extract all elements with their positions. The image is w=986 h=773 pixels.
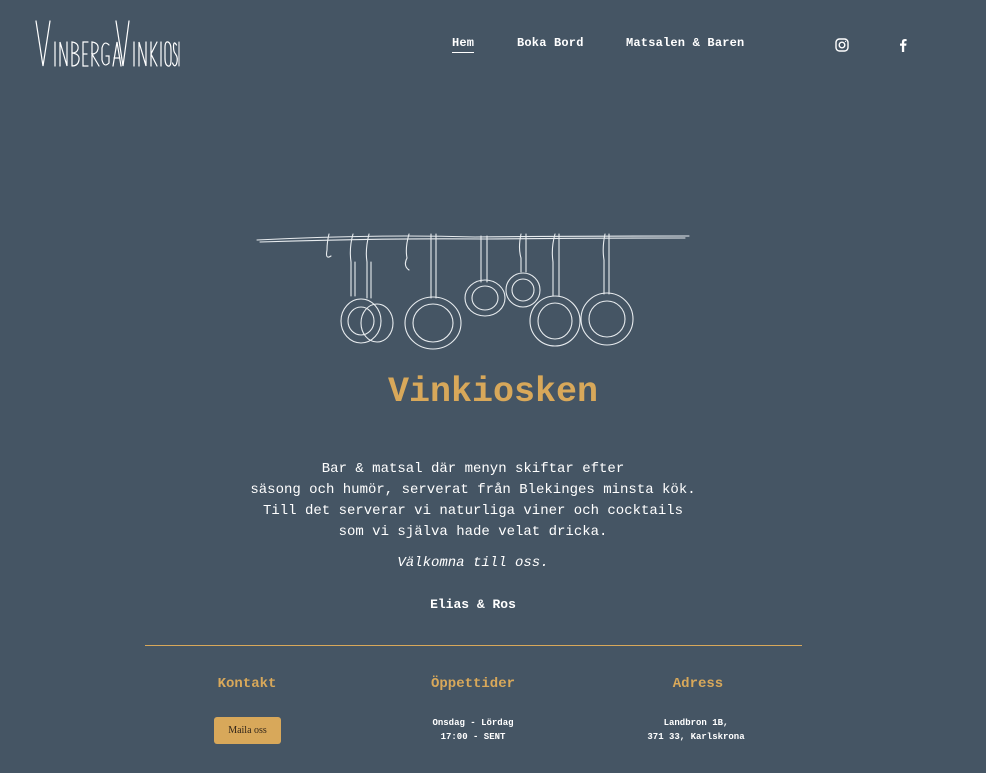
footer-divider <box>145 645 802 646</box>
address-text: Landbron 1B, 371 33, Karlskrona <box>566 716 826 744</box>
address-line: Landbron 1B, <box>663 718 729 728</box>
intro-line: Bar & matsal där menyn skiftar efter <box>321 461 625 477</box>
site-header: Hem Boka Bord Matsalen & Baren <box>0 0 986 90</box>
address-line: 371 33, Karlskrona <box>647 732 745 742</box>
intro-line: Till det serverar vi naturliga viner och… <box>262 503 684 519</box>
contact-heading: Kontakt <box>217 676 277 692</box>
nav-item-matsalen-baren[interactable]: Matsalen & Baren <box>626 36 744 50</box>
mail-us-button[interactable]: Maila oss <box>214 717 281 744</box>
hanging-pans-icon <box>256 233 690 350</box>
page-title: Vinkiosken <box>387 372 599 412</box>
address-heading: Adress <box>672 676 724 692</box>
hours-line: 17:00 - SENT <box>440 732 506 742</box>
intro-text: Bar & matsal där menyn skiftar efter säs… <box>193 459 753 543</box>
nav-item-boka-bord[interactable]: Boka Bord <box>517 36 584 50</box>
intro-line: säsong och humör, serverat från Blekinge… <box>250 482 696 498</box>
signature-text: Elias & Ros <box>430 597 516 612</box>
hours-text: Onsdag - Lördag 17:00 - SENT <box>343 716 603 744</box>
hours-line: Onsdag - Lördag <box>432 718 514 728</box>
nav-item-hem[interactable]: Hem <box>452 36 475 53</box>
welcome-text: Välkomna till oss. <box>397 555 549 571</box>
facebook-icon[interactable] <box>895 37 911 53</box>
intro-line: som vi själva hade velat dricka. <box>338 524 608 540</box>
hours-heading: Öppettider <box>430 676 515 692</box>
instagram-icon[interactable] <box>834 37 850 53</box>
